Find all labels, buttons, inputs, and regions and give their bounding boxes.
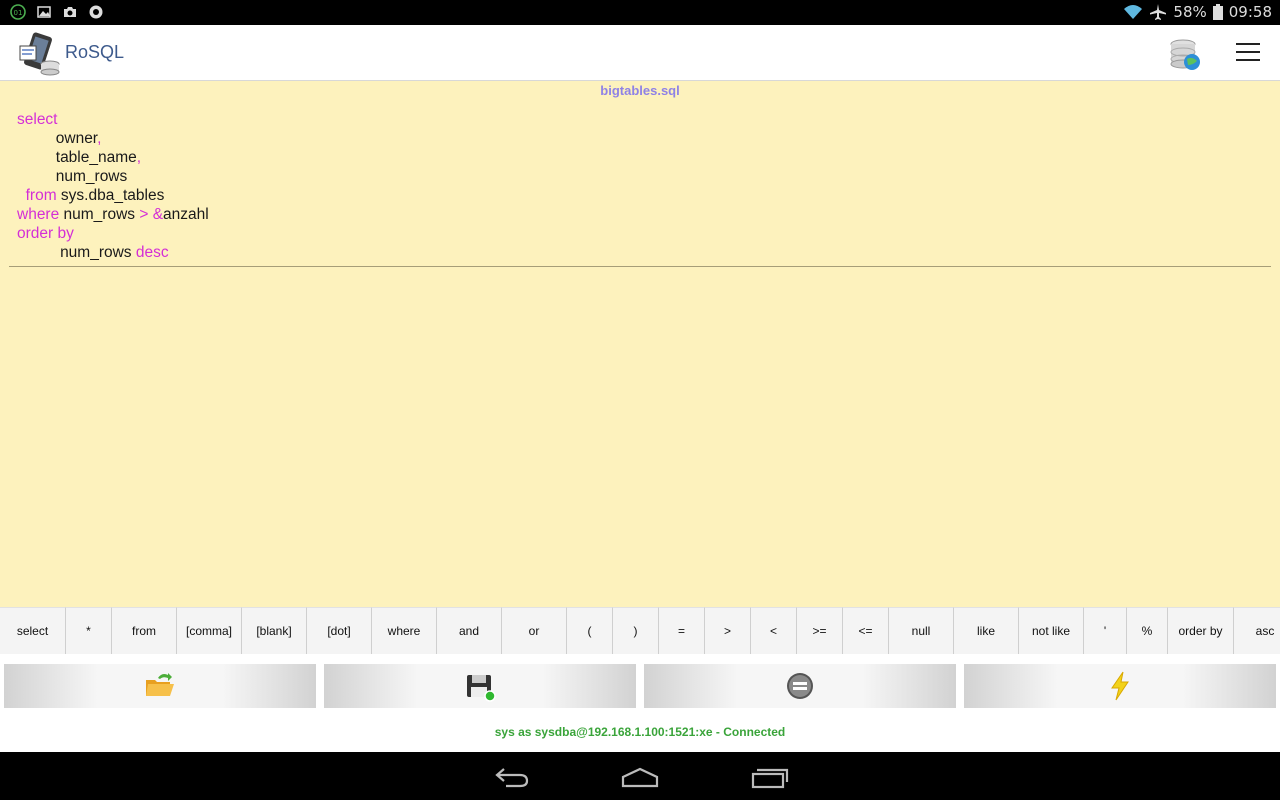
- open-file-button[interactable]: [4, 664, 316, 708]
- save-file-button[interactable]: [324, 664, 636, 708]
- keyword-button[interactable]: ': [1084, 607, 1127, 654]
- sql-keyword-token: desc: [135, 244, 169, 261]
- navigation-bar: [0, 752, 1280, 800]
- sql-keyword-token: order by: [17, 225, 74, 242]
- sql-keyword-token: > &: [139, 206, 164, 223]
- keyword-button[interactable]: %: [1127, 607, 1168, 654]
- sql-text-token: num_rows: [59, 206, 140, 223]
- keyword-button[interactable]: >=: [797, 607, 843, 654]
- keyword-button[interactable]: like: [954, 607, 1019, 654]
- keyword-button[interactable]: [comma]: [177, 607, 242, 654]
- code-line: select: [17, 110, 209, 129]
- sql-editor[interactable]: bigtables.sql select owner, table_name, …: [0, 81, 1280, 607]
- code-line: table_name,: [17, 148, 209, 167]
- lightning-icon: [1111, 671, 1129, 701]
- keyword-button[interactable]: or: [502, 607, 567, 654]
- keyword-button[interactable]: select: [0, 607, 66, 654]
- editor-divider: [9, 266, 1271, 267]
- keyword-button[interactable]: where: [372, 607, 437, 654]
- file-name: bigtables.sql: [600, 83, 680, 98]
- sql-text-token: num_rows: [17, 244, 136, 261]
- keyword-button[interactable]: [blank]: [242, 607, 307, 654]
- keyword-button[interactable]: *: [66, 607, 112, 654]
- image-icon: [37, 6, 51, 18]
- sql-keyword-token: select: [17, 111, 58, 128]
- keyword-button[interactable]: not like: [1019, 607, 1084, 654]
- database-connection-icon[interactable]: [1168, 37, 1202, 71]
- code-line: order by: [17, 224, 209, 243]
- execute-button[interactable]: [964, 664, 1276, 708]
- floppy-disk-icon: [467, 675, 496, 702]
- sql-code[interactable]: select owner, table_name, num_rows from …: [17, 110, 209, 262]
- sql-text-token: table_name: [17, 149, 137, 166]
- action-bar: RoSQL: [0, 25, 1280, 81]
- folder-open-icon: [146, 673, 174, 696]
- code-line: where num_rows > &anzahl: [17, 205, 209, 224]
- keyword-button[interactable]: (: [567, 607, 613, 654]
- keyword-button[interactable]: and: [437, 607, 502, 654]
- connection-status-bar: sys as sysdba@192.168.1.100:1521:xe - Co…: [0, 712, 1280, 752]
- airplane-icon: [1150, 4, 1167, 20]
- sql-keyword-token: from: [17, 187, 57, 204]
- code-line: num_rows desc: [17, 243, 209, 262]
- keyword-button[interactable]: [dot]: [307, 607, 372, 654]
- keyword-button[interactable]: ): [613, 607, 659, 654]
- code-line: num_rows: [17, 167, 209, 186]
- clock: 09:58: [1228, 3, 1272, 21]
- sql-text-token: anzahl: [163, 206, 209, 223]
- back-icon[interactable]: [492, 765, 532, 789]
- sql-text-token: num_rows: [17, 168, 128, 185]
- notification-icons: 01: [10, 4, 104, 20]
- home-icon[interactable]: [620, 765, 660, 789]
- connection-status: sys as sysdba@192.168.1.100:1521:xe - Co…: [494, 725, 786, 739]
- svg-text:01: 01: [14, 9, 23, 17]
- notification-app-icon: 01: [10, 4, 26, 20]
- keyword-button[interactable]: <=: [843, 607, 889, 654]
- battery-icon: [1212, 4, 1223, 20]
- battery-percentage: 58%: [1173, 3, 1207, 21]
- keyword-button[interactable]: null: [889, 607, 954, 654]
- sql-text-token: owner: [17, 130, 98, 147]
- keyword-button[interactable]: from: [112, 607, 177, 654]
- equals-circle-icon: [787, 673, 813, 699]
- keyword-button[interactable]: <: [751, 607, 797, 654]
- sql-keyword-token: ,: [136, 149, 142, 166]
- keyword-button[interactable]: order by: [1168, 607, 1234, 654]
- keyword-bar: select * from [comma] [blank] [dot] where and or…: [0, 607, 1280, 655]
- keyword-button-row: select * from [comma] [blank] [dot] where and or…: [0, 607, 1280, 654]
- app-logo-icon[interactable]: [16, 30, 62, 76]
- wifi-icon: [1124, 5, 1143, 19]
- code-line: from sys.dba_tables: [17, 186, 209, 205]
- recent-apps-icon[interactable]: [750, 765, 790, 789]
- app-title: RoSQL: [65, 42, 125, 62]
- sql-text-token: sys.dba_tables: [56, 187, 165, 204]
- sync-icon: [89, 5, 103, 19]
- keyword-button[interactable]: >: [705, 607, 751, 654]
- camera-icon: [64, 7, 76, 17]
- code-line: owner,: [17, 129, 209, 148]
- status-bar: 01 58% 09:58: [0, 0, 1280, 25]
- sql-keyword-token: where: [17, 206, 60, 223]
- tool-bar: [0, 655, 1280, 712]
- overflow-menu-icon[interactable]: [1236, 43, 1260, 63]
- clear-button[interactable]: [644, 664, 956, 708]
- system-indicators: 58% 09:58: [1123, 3, 1272, 21]
- sql-keyword-token: ,: [97, 130, 102, 147]
- keyword-button[interactable]: =: [659, 607, 705, 654]
- keyword-button[interactable]: asc: [1234, 607, 1280, 654]
